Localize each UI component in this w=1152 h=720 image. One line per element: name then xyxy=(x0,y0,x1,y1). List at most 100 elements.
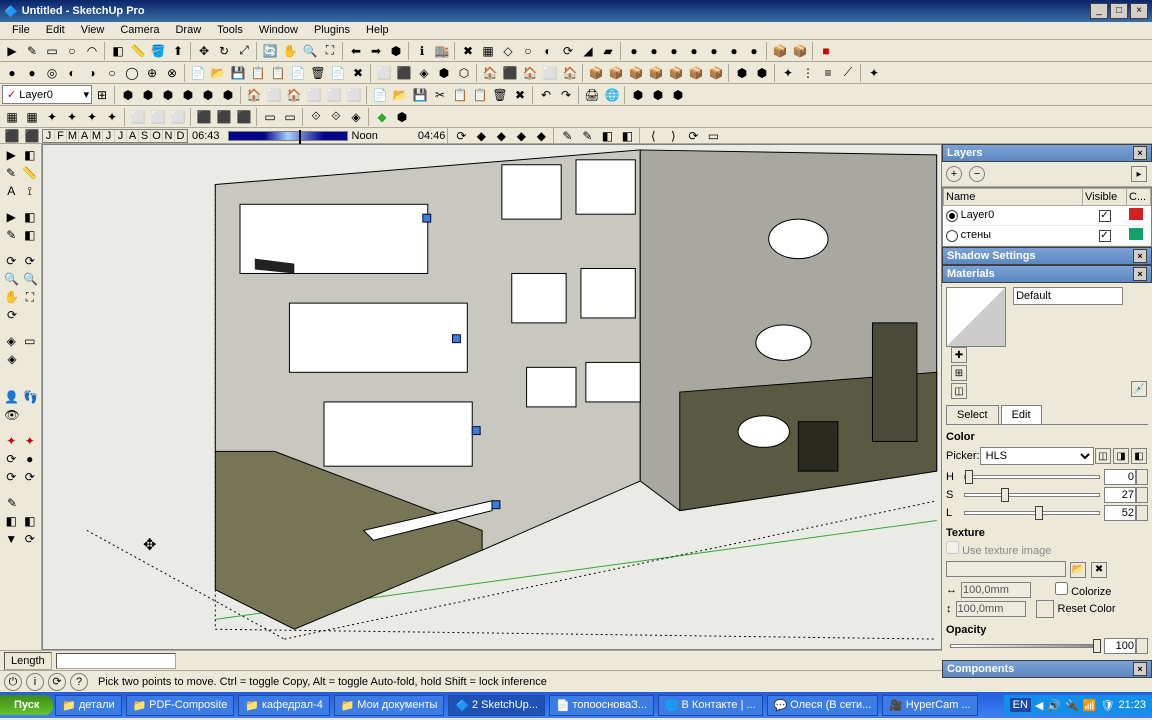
orbit-tool-icon[interactable]: 🔄 xyxy=(261,42,279,60)
layer-visible-check[interactable]: ✓ xyxy=(1099,230,1111,242)
t3-14-icon[interactable]: 📂 xyxy=(391,86,409,104)
t3-17-icon[interactable]: 📋 xyxy=(451,86,469,104)
t3-2-icon[interactable]: ⬢ xyxy=(139,86,157,104)
t3-13-icon[interactable]: 📄 xyxy=(371,86,389,104)
lt-22-icon[interactable]: ✦ xyxy=(22,432,39,450)
picker-select[interactable]: HLS xyxy=(980,447,1094,465)
layer-color-swatch[interactable] xyxy=(1129,208,1143,220)
rectangle-tool-icon[interactable]: ▭ xyxy=(43,42,61,60)
lt-4-icon[interactable]: ▶ xyxy=(3,208,20,226)
tray-icon[interactable]: 📶 xyxy=(1083,699,1097,712)
components-panel-head[interactable]: Components × xyxy=(942,660,1152,678)
h-slider[interactable] xyxy=(964,475,1100,479)
t5-3-icon[interactable]: ◆ xyxy=(492,127,510,145)
t2-13-icon[interactable]: 📋 xyxy=(249,64,267,82)
t4-13-icon[interactable]: ▭ xyxy=(261,108,279,126)
task-item[interactable]: 📁 PDF-Composite xyxy=(126,695,235,716)
warehouse-icon[interactable]: 🏬 xyxy=(433,42,451,60)
t5-7-icon[interactable]: ✎ xyxy=(578,127,596,145)
menu-window[interactable]: Window xyxy=(251,22,306,39)
picker-btn3[interactable]: ◧ xyxy=(1131,448,1147,464)
lt-line-icon[interactable]: ✎ xyxy=(3,164,19,182)
material-preview[interactable] xyxy=(946,287,1006,347)
t2-19-icon[interactable]: ⬜ xyxy=(375,64,393,82)
month-selector[interactable]: JFMAMJJASOND xyxy=(42,129,188,143)
t3-27-icon[interactable]: ⬢ xyxy=(669,86,687,104)
lt-15-icon[interactable]: ◈ xyxy=(3,332,20,350)
paint-tool-icon[interactable]: 🪣 xyxy=(149,42,167,60)
lt-25-icon[interactable]: ⟳ xyxy=(3,468,20,486)
picker-btn1[interactable]: ◫ xyxy=(1095,448,1111,464)
sphere5-icon[interactable]: ● xyxy=(705,42,723,60)
lt-24-icon[interactable]: ● xyxy=(22,450,39,468)
layers-panel-head[interactable]: Layers × xyxy=(942,144,1152,162)
line-tool-icon[interactable]: ✎ xyxy=(23,42,41,60)
t3-4-icon[interactable]: ⬢ xyxy=(179,86,197,104)
t5-11-icon[interactable]: ⟩ xyxy=(664,127,682,145)
t2-3-icon[interactable]: ◎ xyxy=(43,64,61,82)
t4-8-icon[interactable]: ⬜ xyxy=(149,108,167,126)
t2-14-icon[interactable]: 📋 xyxy=(269,64,287,82)
hint-icon-3[interactable]: ⟳ xyxy=(48,673,66,691)
select-tool-icon[interactable]: ▶ xyxy=(3,42,21,60)
layer-row[interactable]: стены ✓ xyxy=(944,226,1151,246)
layers-close-icon[interactable]: × xyxy=(1133,146,1147,160)
t2-40-icon[interactable]: ≡ xyxy=(819,64,837,82)
t4-15-icon[interactable]: ⟐ xyxy=(307,108,325,126)
rotate-tool-icon[interactable]: ↻ xyxy=(215,42,233,60)
t2-5-icon[interactable]: ◑ xyxy=(83,64,101,82)
lt-10-icon[interactable]: 🔍 xyxy=(3,270,20,288)
tex-remove-button[interactable]: ✖ xyxy=(1091,562,1107,578)
sphere7-icon[interactable]: ● xyxy=(745,42,763,60)
t3-20-icon[interactable]: ✖ xyxy=(511,86,529,104)
s-slider[interactable] xyxy=(964,493,1100,497)
layer-active-radio[interactable] xyxy=(946,230,958,242)
shadow-close-icon[interactable]: × xyxy=(1133,249,1147,263)
t2-33-icon[interactable]: 📦 xyxy=(667,64,685,82)
viewport[interactable]: ✥ xyxy=(42,144,942,650)
t2-18-icon[interactable]: ✖ xyxy=(349,64,367,82)
col-visible[interactable]: Visible xyxy=(1083,189,1127,206)
lt-select-icon[interactable]: ▶ xyxy=(3,146,20,164)
lt-7-icon[interactable]: ◧ xyxy=(22,226,39,244)
t5-4-icon[interactable]: ◆ xyxy=(512,127,530,145)
t2-7-icon[interactable]: ◯ xyxy=(123,64,141,82)
t3-19-icon[interactable]: 🗑 xyxy=(491,86,509,104)
length-input[interactable] xyxy=(56,653,176,669)
t4-6-icon[interactable]: ✦ xyxy=(103,108,121,126)
next-view-icon[interactable]: ➡ xyxy=(367,42,385,60)
menu-file[interactable]: File xyxy=(4,22,38,39)
t2-27-icon[interactable]: ⬜ xyxy=(541,64,559,82)
lt-16-icon[interactable]: ▭ xyxy=(22,332,39,350)
t4-17-icon[interactable]: ◈ xyxy=(347,108,365,126)
t2-1-icon[interactable]: ● xyxy=(3,64,21,82)
lt-8-icon[interactable]: ⟳ xyxy=(3,252,20,270)
tray-icon[interactable]: 🔊 xyxy=(1047,699,1061,712)
t2-42-icon[interactable]: ✦ xyxy=(865,64,883,82)
tape-tool-icon[interactable]: 📏 xyxy=(129,42,147,60)
t3-23-icon[interactable]: 🖨 xyxy=(583,86,601,104)
opacity-slider[interactable] xyxy=(950,644,1100,648)
scale-tool-icon[interactable]: ⤢ xyxy=(235,42,253,60)
t3-11-icon[interactable]: ⬜ xyxy=(325,86,343,104)
lt-27-icon[interactable]: ✎ xyxy=(3,494,21,512)
t5-10-icon[interactable]: ⟨ xyxy=(644,127,662,145)
col-color[interactable]: C... xyxy=(1127,189,1151,206)
sphere1-icon[interactable]: ● xyxy=(625,42,643,60)
opacity-spin[interactable] xyxy=(1136,638,1148,654)
save-icon[interactable]: 💾 xyxy=(229,64,247,82)
maximize-button[interactable]: □ xyxy=(1110,3,1128,19)
opacity-value[interactable] xyxy=(1104,638,1136,654)
t5-1-icon[interactable]: ⟳ xyxy=(452,127,470,145)
tex-browse-button[interactable]: 📂 xyxy=(1070,562,1086,578)
t4-7-icon[interactable]: ⬜ xyxy=(129,108,147,126)
t2-38-icon[interactable]: ✦ xyxy=(779,64,797,82)
tray-icon[interactable]: ◀ xyxy=(1035,699,1043,712)
reset-color-swatch[interactable] xyxy=(1036,600,1054,618)
l-slider[interactable] xyxy=(964,511,1100,515)
t4-9-icon[interactable]: ⬜ xyxy=(169,108,187,126)
t2-17-icon[interactable]: 📄 xyxy=(329,64,347,82)
lt-18-icon[interactable]: 👤 xyxy=(3,388,20,406)
t4-1-icon[interactable]: ▦ xyxy=(3,108,21,126)
t2-24-icon[interactable]: 🏠 xyxy=(481,64,499,82)
